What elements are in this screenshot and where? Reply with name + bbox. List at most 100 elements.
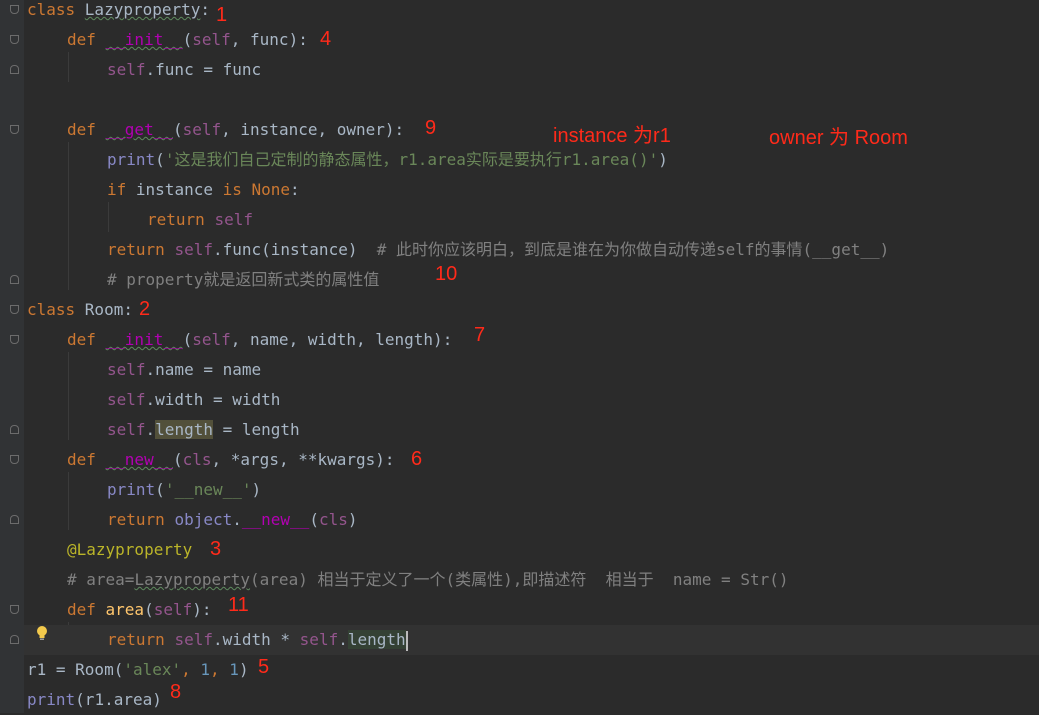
number-literal: 1 [200, 660, 211, 679]
keyword: def [67, 30, 106, 49]
keyword: class [27, 0, 85, 19]
punctuation: : [200, 0, 211, 19]
punctuation: ) [238, 660, 249, 679]
punctuation: . [338, 630, 348, 649]
punctuation: ( [182, 330, 193, 349]
code-editor[interactable]: class Lazyproperty: def __init__(self, f… [0, 0, 1039, 713]
self-ref: self [107, 390, 146, 409]
self-ref: self [107, 360, 146, 379]
self-ref: self [214, 210, 253, 229]
keyword: class [27, 300, 85, 319]
params: , instance, owner): [221, 120, 405, 139]
class-name: Room [84, 300, 124, 319]
params: , name, width, length): [230, 330, 453, 349]
string-literal: '__new__' [164, 480, 252, 499]
annotation-number: 2 [139, 298, 151, 320]
comment: # property就是返回新式类的属性值 [107, 270, 380, 289]
annotation-number: 9 [425, 117, 437, 139]
keyword: return [147, 210, 215, 229]
params: , func): [230, 30, 308, 49]
function-name: __get__ [105, 120, 173, 139]
string-literal: '这是我们自己定制的静态属性，r1.area实际是要执行r1.area()' [164, 150, 659, 169]
code-line[interactable]: def __new__(cls, *args, **kwargs): [67, 445, 395, 475]
function-name: area [105, 600, 145, 619]
code-line[interactable]: @Lazyproperty [67, 535, 192, 565]
builtin: print [107, 480, 156, 499]
code-line[interactable]: # property就是返回新式类的属性值 [107, 265, 379, 295]
code-line[interactable]: # area=Lazyproperty(area) 相当于定义了一个(类属性),… [67, 565, 789, 595]
annotation-number: 4 [320, 28, 332, 50]
cls-param: cls [182, 450, 212, 469]
annotation-number: 6 [411, 448, 423, 470]
decorator: @Lazyproperty [67, 540, 193, 559]
code-line[interactable]: def __init__(self, func): [67, 25, 308, 55]
punctuation: ) [347, 510, 358, 529]
punctuation: ( [172, 120, 183, 139]
self-ref: self [107, 420, 146, 439]
statement: = length [212, 420, 300, 439]
annotation-number: 7 [474, 324, 486, 346]
statement: (r1.area) [75, 690, 162, 709]
comment: (area) 相当于定义了一个(类属性),即描述符 相当于 name = Str… [250, 570, 789, 589]
code-line[interactable]: return self [147, 205, 253, 235]
code-line[interactable]: print(r1.area) [27, 685, 162, 715]
class-name: Lazyproperty [84, 0, 201, 19]
code-line[interactable]: self.name = name [107, 355, 261, 385]
code-line[interactable]: self.width = width [107, 385, 280, 415]
keyword: def [67, 450, 106, 469]
keyword: return [107, 240, 175, 259]
number-literal: 1 [229, 660, 239, 679]
punctuation: ( [155, 480, 165, 499]
code-line[interactable]: def area(self): [67, 595, 212, 625]
statement: .width * [212, 630, 300, 649]
punctuation: . [232, 510, 242, 529]
self-ref: self [174, 630, 213, 649]
current-code-line[interactable]: return self.width * self.length [24, 625, 1039, 655]
keyword: if [107, 180, 136, 199]
keyword: is [222, 180, 252, 199]
identifier: instance [135, 180, 223, 199]
builtin: print [107, 150, 156, 169]
annotation-number: 1 [216, 4, 228, 26]
statement: .width = width [145, 390, 281, 409]
code-line[interactable]: r1 = Room('alex', 1, 1) [27, 655, 249, 685]
code-line[interactable]: return self.func(instance) # 此时你应该明白，到底是… [107, 235, 889, 265]
keyword: def [67, 330, 106, 349]
punctuation: . [145, 420, 156, 439]
code-line[interactable]: class Room: [27, 295, 133, 325]
annotation-owner-note: owner 为 Room [769, 127, 908, 149]
punctuation: ( [309, 510, 319, 529]
cls-ref: cls [318, 510, 348, 529]
params: , *args, **kwargs): [211, 450, 395, 469]
punctuation: ( [182, 30, 193, 49]
code-line[interactable]: self.func = func [107, 55, 261, 85]
lightbulb-icon[interactable] [35, 625, 49, 641]
statement: r1 = Room( [27, 660, 124, 679]
punctuation: : [123, 300, 133, 319]
self-param: self [153, 600, 193, 619]
code-line[interactable]: def __get__(self, instance, owner): [67, 115, 404, 145]
function-name: __init__ [105, 30, 183, 49]
annotation-number: 11 [228, 594, 249, 616]
code-line[interactable]: def __init__(self, name, width, length): [67, 325, 452, 355]
keyword: return [107, 510, 175, 529]
annotation-number: 3 [210, 538, 222, 560]
punctuation: : [290, 180, 300, 199]
self-ref: self [107, 60, 146, 79]
code-line[interactable]: print('__new__') [107, 475, 261, 505]
punctuation: ) [251, 480, 262, 499]
punctuation: ): [192, 600, 212, 619]
self-ref: self [174, 240, 213, 259]
code-line[interactable]: if instance is None: [107, 175, 300, 205]
code-line[interactable]: print('这是我们自己定制的静态属性，r1.area实际是要执行r1.are… [107, 145, 668, 175]
self-param: self [192, 30, 231, 49]
code-line[interactable]: self.length = length [107, 415, 300, 445]
statement: .func = func [145, 60, 262, 79]
function-name: __new__ [105, 450, 173, 469]
code-line[interactable]: return object.__new__(cls) [107, 505, 358, 535]
statement: .name = name [145, 360, 262, 379]
punctuation: , [181, 660, 201, 679]
code-line[interactable]: class Lazyproperty: [27, 0, 210, 25]
annotation-number: 10 [435, 263, 458, 285]
punctuation: ( [144, 600, 154, 619]
